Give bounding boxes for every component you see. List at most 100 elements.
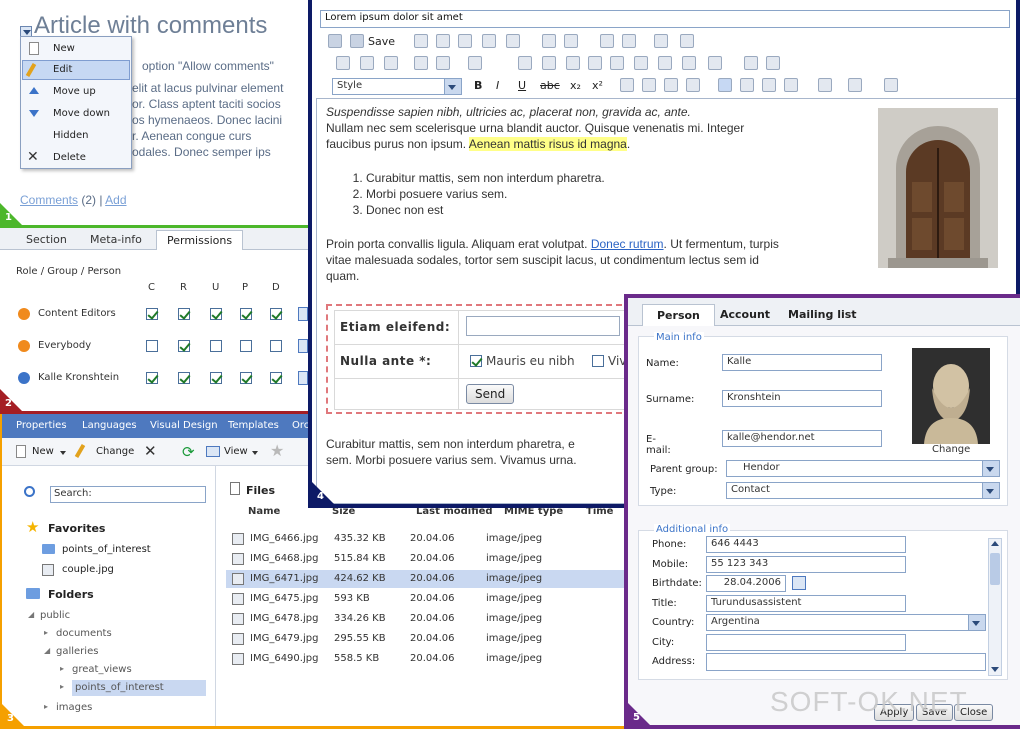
new-button[interactable]: New (32, 446, 54, 457)
tab-properties[interactable]: Properties (16, 420, 67, 431)
tree-expand-icon[interactable]: ▸ (44, 702, 48, 711)
folder-item[interactable]: great_views (72, 664, 132, 675)
text-field[interactable]: Kalle (722, 354, 882, 371)
search-input[interactable]: Search: (50, 486, 206, 503)
align-right-icon[interactable] (664, 78, 678, 92)
calendar-icon[interactable] (792, 576, 806, 590)
select-icon[interactable] (658, 56, 672, 70)
tab-languages[interactable]: Languages (82, 420, 137, 431)
perm-checkbox[interactable] (270, 340, 282, 352)
flash-icon[interactable] (436, 56, 450, 70)
change-button[interactable]: Change (96, 446, 134, 457)
tab-orc[interactable]: Orc (292, 420, 309, 431)
perm-checkbox[interactable] (146, 340, 158, 352)
perm-checkbox[interactable] (178, 372, 190, 384)
special-char-icon[interactable] (744, 56, 758, 70)
table-icon[interactable] (518, 56, 532, 70)
hidden-field-icon[interactable] (708, 56, 722, 70)
spellcheck-icon[interactable] (336, 56, 350, 70)
tab-person[interactable]: Person (642, 304, 715, 326)
perm-checkbox[interactable] (178, 308, 190, 320)
perm-checkbox[interactable] (270, 308, 282, 320)
justify-icon[interactable] (686, 78, 700, 92)
underline-icon[interactable]: U (518, 79, 526, 92)
outdent-icon[interactable] (762, 78, 776, 92)
tree-expand-icon[interactable]: ▸ (44, 628, 48, 637)
text-field[interactable]: 28.04.2006 (706, 575, 786, 592)
textarea-icon[interactable] (634, 56, 648, 70)
radio-icon[interactable] (588, 56, 602, 70)
save-button[interactable]: Save (368, 35, 395, 48)
edit-icon[interactable] (298, 371, 308, 385)
text-field[interactable] (706, 653, 986, 671)
table-row[interactable]: IMG_6490.jpg 558.5 KB 20.04.06 image/jpeg (226, 650, 628, 668)
send-button[interactable]: Send (466, 384, 515, 404)
perm-checkbox[interactable] (240, 308, 252, 320)
menu-item-edit[interactable]: Edit (22, 60, 130, 80)
country-select[interactable]: Argentina (706, 614, 986, 631)
image-icon[interactable] (414, 56, 428, 70)
paste-icon[interactable] (458, 34, 472, 48)
scrollbar[interactable] (988, 538, 1002, 676)
link-icon[interactable] (360, 56, 374, 70)
tree-expand-icon[interactable]: ▸ (60, 664, 64, 673)
strike-icon[interactable]: abc (540, 79, 560, 92)
text-field[interactable]: 646 4443 (706, 536, 906, 553)
table-row[interactable]: IMG_6468.jpg 515.84 KB 20.04.06 image/jpeg (226, 550, 628, 568)
perm-checkbox[interactable] (146, 308, 158, 320)
edit-icon[interactable] (298, 307, 308, 321)
etiam-input[interactable] (466, 316, 620, 336)
tab-templates[interactable]: Templates (228, 420, 279, 431)
folder-item-selected[interactable]: points_of_interest (72, 680, 206, 696)
type-select[interactable]: Contact (726, 482, 1000, 499)
tab-mailing-list[interactable]: Mailing list (788, 308, 857, 321)
align-center-icon[interactable] (642, 78, 656, 92)
menu-item-new[interactable]: New (21, 39, 131, 59)
refresh-icon[interactable]: ⟳ (182, 443, 195, 461)
highlight-color-icon[interactable] (848, 78, 862, 92)
chevron-down-icon[interactable] (252, 451, 258, 455)
text-color-icon[interactable] (818, 78, 832, 92)
title-input[interactable]: Lorem ipsum dolor sit amet (320, 10, 1010, 28)
tab-permissions[interactable]: Permissions (156, 230, 244, 250)
perm-checkbox[interactable] (240, 372, 252, 384)
checkbox-viv[interactable] (592, 355, 604, 367)
perm-checkbox[interactable] (270, 372, 282, 384)
chevron-down-icon[interactable] (60, 451, 66, 455)
change-photo-link[interactable]: Change (932, 444, 970, 455)
align-left-icon[interactable] (620, 78, 634, 92)
inline-link[interactable]: Donec rutrum (591, 237, 664, 251)
favorite-item[interactable]: points_of_interest (62, 544, 151, 555)
menu-item-move-down[interactable]: Move down (21, 104, 131, 124)
numbered-list-icon[interactable] (718, 78, 732, 92)
anchor-icon[interactable] (384, 56, 398, 70)
delete-icon[interactable]: ✕ (144, 442, 157, 460)
menu-item-move-up[interactable]: Move up (21, 82, 131, 102)
favorite-item[interactable]: couple.jpg (62, 564, 114, 575)
save-as-icon[interactable] (350, 34, 364, 48)
text-field[interactable]: kalle@hendor.net (722, 430, 882, 447)
menu-item-delete[interactable]: ✕ Delete (21, 148, 131, 168)
bullet-list-icon[interactable] (740, 78, 754, 92)
undo-icon[interactable] (542, 34, 556, 48)
select-all-icon[interactable] (654, 34, 668, 48)
tab-account[interactable]: Account (720, 308, 770, 321)
style-select[interactable]: Style (332, 78, 462, 95)
tab-section[interactable]: Section (26, 233, 67, 246)
add-comment-link[interactable]: Add (105, 193, 126, 207)
menu-item-hidden[interactable]: Hidden (21, 126, 131, 146)
table-row[interactable]: IMG_6466.jpg 435.32 KB 20.04.06 image/jpeg (226, 530, 628, 548)
perm-checkbox[interactable] (178, 340, 190, 352)
scroll-up-icon[interactable] (991, 541, 999, 546)
find-icon[interactable] (600, 34, 614, 48)
perm-checkbox[interactable] (240, 340, 252, 352)
tree-expand-icon[interactable]: ◢ (28, 610, 34, 619)
folder-item[interactable]: public (40, 610, 70, 621)
tree-expand-icon[interactable]: ◢ (44, 646, 50, 655)
editor-content[interactable]: Suspendisse sapien nibh, ultricies ac, p… (326, 104, 878, 284)
edit-icon[interactable] (298, 339, 308, 353)
text-field[interactable]: 55 123 343 (706, 555, 906, 573)
save-icon[interactable] (328, 34, 342, 48)
table-row[interactable]: IMG_6471.jpg 424.62 KB 20.04.06 image/jpeg (226, 570, 628, 588)
col-name[interactable]: Name (248, 506, 280, 517)
